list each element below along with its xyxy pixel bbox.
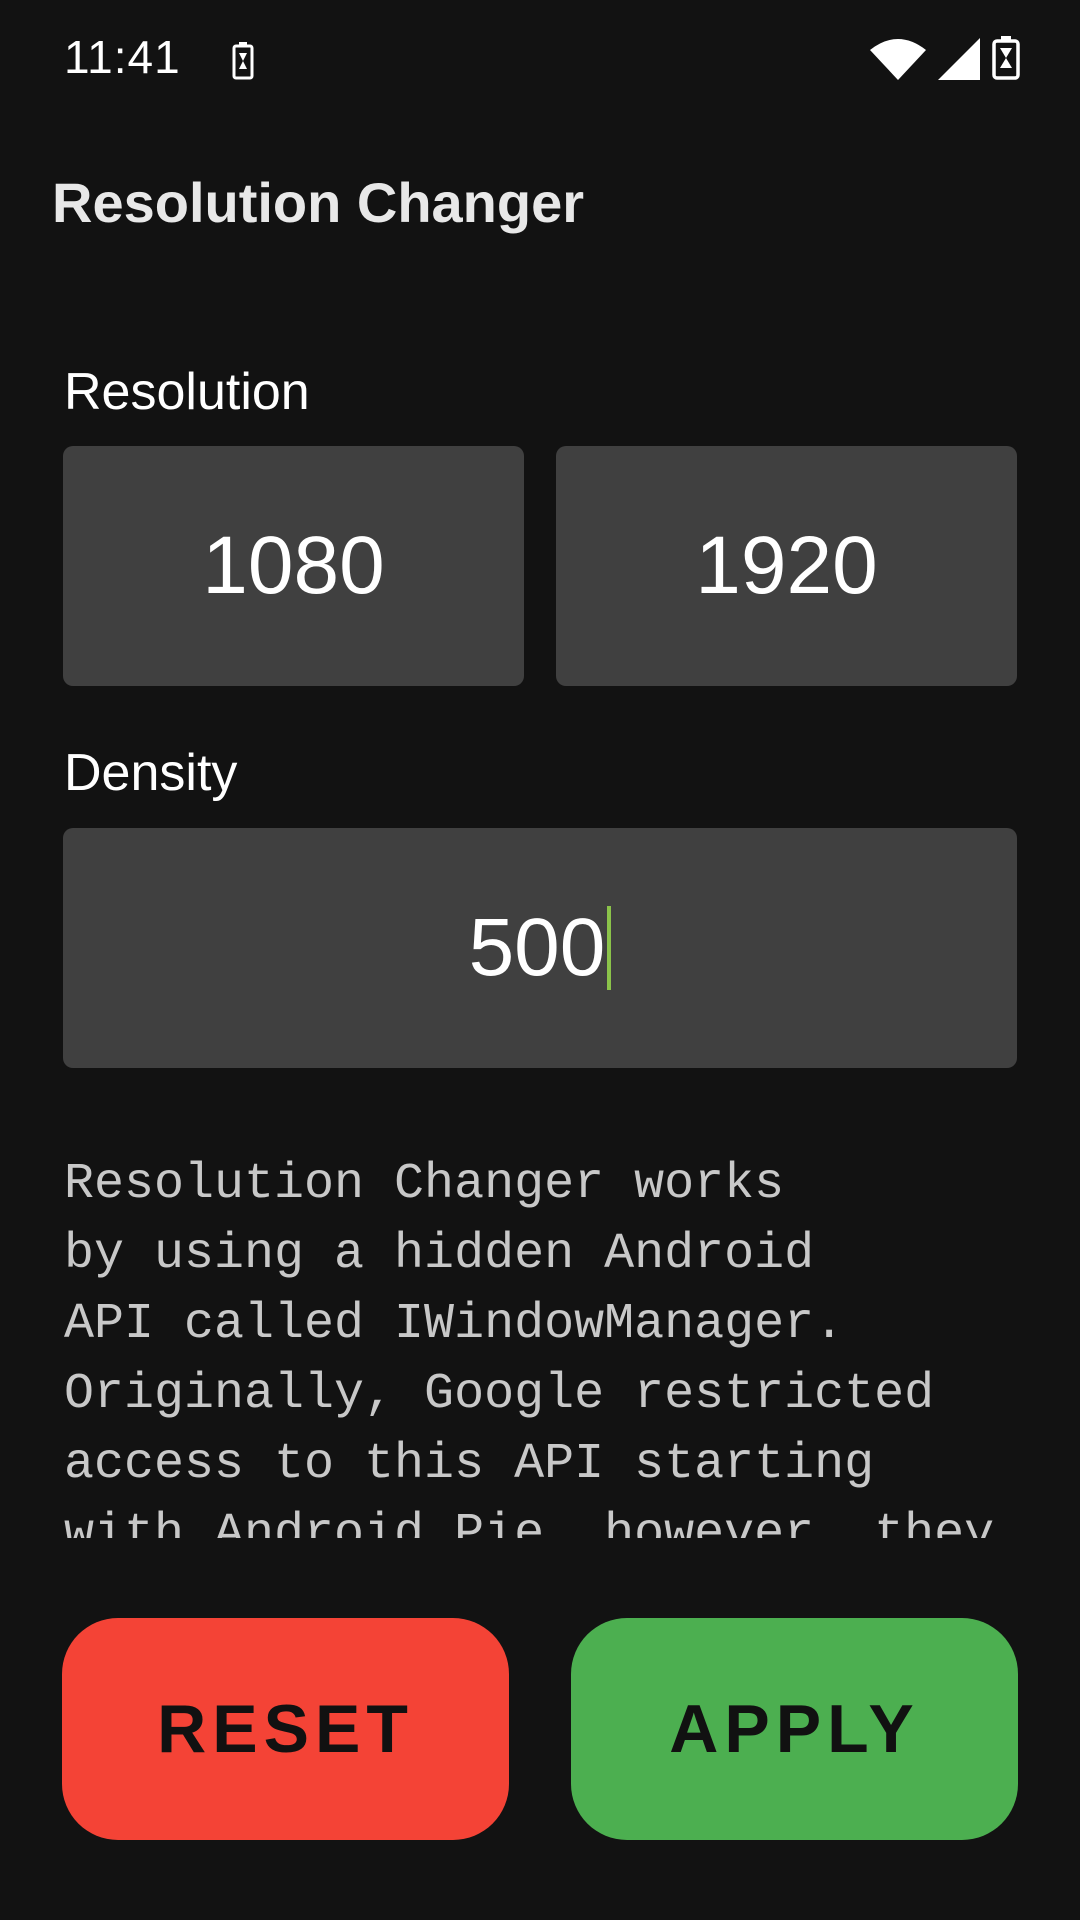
resolution-label: Resolution: [64, 363, 310, 421]
battery-saver-icon: [232, 42, 254, 80]
density-value: 500: [468, 902, 606, 993]
density-label: Density: [64, 744, 238, 802]
text-cursor: [607, 906, 612, 990]
reset-button[interactable]: RESET: [62, 1618, 509, 1840]
description-line: API called IWindowManager.: [64, 1296, 845, 1353]
description-line: access to this API starting: [64, 1436, 875, 1493]
signal-icon: [938, 38, 980, 80]
description-line: Originally, Google restricted: [64, 1366, 935, 1423]
density-input[interactable]: 500: [63, 828, 1017, 1068]
description-line: by using a hidden Android: [64, 1226, 815, 1283]
height-input[interactable]: 1920: [556, 446, 1017, 686]
battery-icon: [992, 36, 1020, 80]
apply-button[interactable]: APPLY: [571, 1618, 1018, 1840]
status-time: 11:41: [64, 31, 181, 83]
wifi-icon: [870, 39, 926, 80]
width-input[interactable]: 1080: [63, 446, 524, 686]
status-bar: 11:41: [0, 0, 1080, 110]
description-text[interactable]: Resolution Changer works by using a hidde…: [64, 1150, 1024, 1538]
description-line: Resolution Changer works: [64, 1156, 785, 1213]
description-line: with Android Pie, however, they: [64, 1506, 995, 1538]
app-title: Resolution Changer: [52, 171, 585, 234]
